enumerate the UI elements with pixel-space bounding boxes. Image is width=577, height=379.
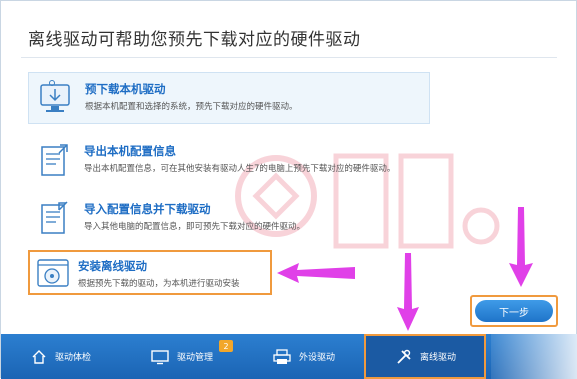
monitor-icon [151, 349, 169, 364]
option-title: 导入配置信息并下载驱动 [84, 202, 211, 216]
next-button-highlight: 下一步 [470, 295, 558, 327]
nav-label: 驱动管理 [177, 353, 214, 363]
annotation-arrow-down-nav [397, 253, 419, 331]
option-description: 导出本机配置信息，可在其他安装有驱动人生7的电脑上预先下载对应的硬件驱动。 [84, 164, 396, 174]
nav-bar-fade [491, 334, 577, 379]
nav-item-driver-check[interactable]: 驱动体检 [31, 334, 131, 379]
option-export-config[interactable]: 导出本机配置信息 导出本机配置信息，可在其他安装有驱动人生7的电脑上预先下载对应… [28, 135, 430, 187]
bottom-nav-bar: 驱动体检 驱动管理 2 外设驱动 离线驱动 [1, 334, 577, 379]
disc-install-icon [37, 259, 69, 287]
option-predownload-drivers[interactable]: 预下载本机驱动 根据本机配置和选择的系统，预先下载对应的硬件驱动。 [28, 72, 430, 124]
document-export-icon [41, 144, 68, 176]
nav-label: 离线驱动 [420, 353, 457, 363]
next-button[interactable]: 下一步 [475, 300, 553, 322]
tools-icon [397, 349, 411, 364]
nav-item-offline-drivers[interactable]: 离线驱动 [364, 334, 486, 379]
offline-driver-window: 离线驱动可帮助您预先下载对应的硬件驱动 预下载本机驱动 根据本机配置和选择的系统… [0, 0, 577, 379]
nav-item-peripheral-drivers[interactable]: 外设驱动 [273, 334, 373, 379]
annotation-arrow-left [277, 263, 355, 283]
option-title: 预下载本机驱动 [85, 82, 166, 96]
option-import-config[interactable]: 导入配置信息并下载驱动 导入其他电脑的配置信息，即可预先下载对应的硬件驱动。 [28, 193, 430, 245]
option-title: 安装离线驱动 [78, 259, 147, 273]
annotation-arrow-down-next [509, 207, 533, 287]
nav-label: 驱动体检 [55, 353, 92, 363]
page-title: 离线驱动可帮助您预先下载对应的硬件驱动 [28, 30, 361, 50]
option-description: 根据本机配置和选择的系统，预先下载对应的硬件驱动。 [85, 102, 298, 112]
option-description: 导入其他电脑的配置信息，即可预先下载对应的硬件驱动。 [84, 222, 306, 232]
nav-label: 外设驱动 [299, 353, 336, 363]
printer-icon [273, 348, 291, 364]
monitor-download-icon [40, 80, 70, 112]
header-divider [21, 57, 557, 58]
notification-badge: 2 [219, 340, 233, 352]
document-import-icon [41, 201, 68, 234]
option-install-offline-drivers[interactable]: 安装离线驱动 根据预先下载的驱动，为本机进行驱动安装 [28, 250, 272, 295]
option-description: 根据预先下载的驱动，为本机进行驱动安装 [78, 279, 240, 289]
home-icon [32, 349, 46, 364]
option-title: 导出本机配置信息 [84, 144, 176, 158]
nav-item-driver-management[interactable]: 驱动管理 [151, 334, 251, 379]
